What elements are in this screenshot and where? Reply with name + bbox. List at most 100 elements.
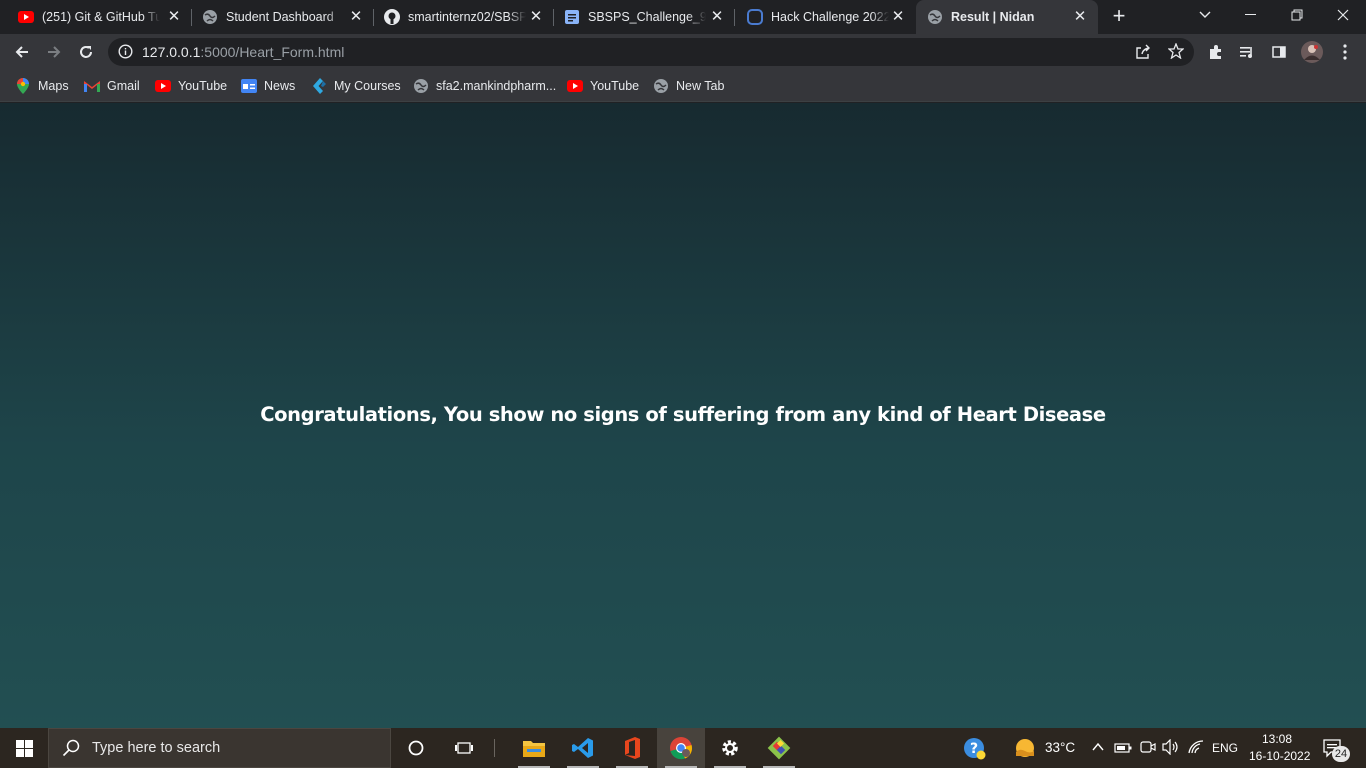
maps-icon [15,78,31,94]
url-host: 127.0.0.1 [142,44,201,60]
wifi-icon[interactable] [1188,740,1204,759]
help-icon[interactable]: ? [963,737,987,766]
bookmark-label: YouTube [590,79,640,93]
bookmark-label: News [264,79,296,93]
new-tab-button[interactable]: + [1107,5,1131,28]
profile-button[interactable] [1298,38,1326,66]
tab-git-github-tutorial[interactable]: (251) Git & GitHub Tutorial ✕ [0,0,192,34]
close-window-button[interactable] [1320,0,1366,30]
chrome-icon [670,737,692,760]
taskbar-divider [494,739,495,757]
courses-icon [311,78,327,94]
news-icon [241,78,257,94]
start-button[interactable] [0,728,48,768]
menu-button[interactable] [1331,38,1359,66]
vscode-button[interactable] [559,728,607,768]
task-view-icon [455,742,473,754]
globe-icon [927,9,943,25]
office-button[interactable] [608,728,656,768]
forward-button[interactable] [40,38,68,66]
gmail-icon [84,78,100,94]
bookmark-maps[interactable]: Maps [15,76,69,96]
close-icon [1337,9,1349,21]
file-explorer-button[interactable] [510,728,558,768]
weather-temperature[interactable]: 33°C [1045,740,1075,755]
star-icon[interactable] [1167,42,1185,64]
tab-smartinternz-github[interactable]: smartinternz02/SBSPS-Challenge ✕ [374,0,554,34]
restore-icon [1291,9,1303,21]
tab-title: Student Dashboard [226,10,334,24]
bookmark-label: Gmail [107,79,140,93]
weather-icon[interactable] [1014,738,1036,763]
search-icon [62,739,80,757]
share-icon[interactable] [1135,44,1151,65]
bookmark-label: My Courses [334,79,401,93]
bookmark-gmail[interactable]: Gmail [84,76,140,96]
close-icon[interactable]: ✕ [348,9,364,25]
tab-title: smartinternz02/SBSPS-Challenge [408,10,526,24]
bookmark-label: Maps [38,79,69,93]
reload-button[interactable] [72,38,100,66]
tab-title: Hack Challenge 2022 [771,10,889,24]
tab-result-nidan[interactable]: Result | Nidan ✕ [916,0,1098,34]
bookmark-my-courses[interactable]: My Courses [311,76,401,96]
taskbar: Type here to search ? 33°C ENG 13:08 16-… [0,728,1366,768]
battery-icon[interactable] [1114,741,1132,759]
close-icon[interactable]: ✕ [709,9,725,25]
page-content: Congratulations, You show no signs of su… [0,103,1366,728]
tab-sbsps-challenge[interactable]: SBSPS_Challenge_9302 ✕ [554,0,735,34]
globe-icon [202,9,218,25]
cortana-button[interactable] [392,728,440,768]
restore-button[interactable] [1274,0,1320,30]
close-icon[interactable]: ✕ [528,9,544,25]
tab-strip: (251) Git & GitHub Tutorial ✕ Student Da… [0,0,1366,34]
info-icon[interactable] [118,44,133,64]
more-vert-icon [1343,44,1347,60]
close-icon[interactable]: ✕ [890,9,906,25]
tab-title: (251) Git & GitHub Tutorial [42,10,160,24]
chevron-up-icon[interactable] [1092,740,1104,759]
close-icon[interactable]: ✕ [1072,9,1088,25]
bookmark-new-tab[interactable]: New Tab [653,76,724,96]
globe-icon [653,78,669,94]
address-bar[interactable]: 127.0.0.1:5000/Heart_Form.html [108,38,1194,66]
extensions-button[interactable] [1202,38,1230,66]
gear-icon [722,740,738,756]
clock-time[interactable]: 13:08 [1262,732,1292,746]
git-client-button[interactable] [755,728,803,768]
minimize-button[interactable] [1228,0,1274,30]
puzzle-icon [1210,45,1221,59]
task-view-button[interactable] [440,728,488,768]
url-path: :5000/Heart_Form.html [200,44,345,60]
document-icon [564,9,580,25]
arrow-left-icon [15,46,28,58]
tab-search-button[interactable] [1182,0,1228,30]
taskbar-search-box[interactable]: Type here to search [48,728,391,768]
tab-hack-challenge-2022[interactable]: Hack Challenge 2022 ✕ [735,0,916,34]
back-button[interactable] [8,38,36,66]
bookmark-sfa2-mankindpharma[interactable]: sfa2.mankindpharm... [413,76,556,96]
bookmark-youtube-2[interactable]: YouTube [567,76,639,96]
chrome-button[interactable] [657,728,705,768]
windows-icon [15,739,33,757]
url-text: 127.0.0.1:5000/Heart_Form.html [142,44,344,60]
bookmark-youtube[interactable]: YouTube [155,76,227,96]
search-placeholder: Type here to search [92,740,221,756]
close-icon[interactable]: ✕ [166,9,182,25]
language-indicator[interactable]: ENG [1212,741,1238,755]
bookmark-news[interactable]: News [241,76,295,96]
github-icon [384,9,400,25]
media-control-button[interactable] [1233,38,1261,66]
youtube-icon [18,9,34,25]
volume-icon[interactable] [1162,738,1180,760]
youtube-icon [567,78,583,94]
side-panel-button[interactable] [1265,38,1293,66]
avatar [1301,41,1323,63]
bookmark-label: New Tab [676,79,725,93]
clock-date[interactable]: 16-10-2022 [1249,749,1310,763]
settings-button[interactable] [706,728,754,768]
meet-now-icon[interactable] [1140,739,1156,760]
tab-student-dashboard[interactable]: Student Dashboard ✕ [192,0,374,34]
reload-icon [80,46,92,58]
minimize-icon [1245,14,1256,15]
